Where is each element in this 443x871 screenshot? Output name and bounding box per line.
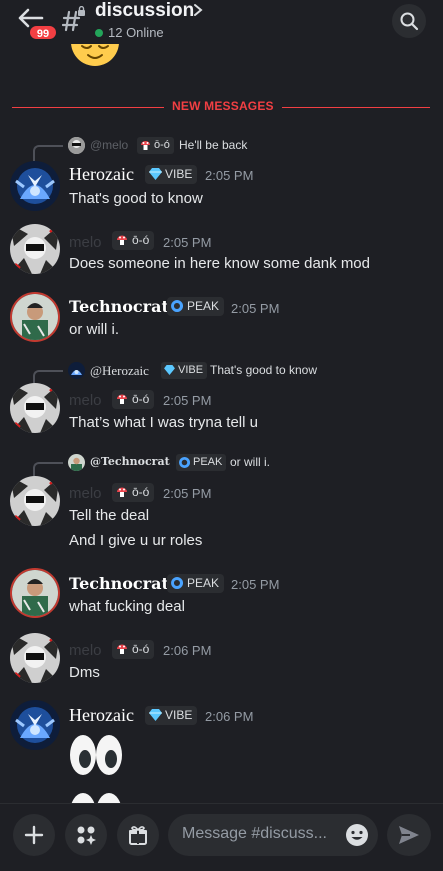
- author-name[interactable]: melo: [69, 234, 102, 251]
- role-tag: VIBE: [145, 706, 198, 725]
- author-name[interactable]: melo: [69, 392, 102, 409]
- reply-author: @melo: [90, 138, 129, 152]
- message-text: Dms: [69, 664, 100, 681]
- message-text: what fucking deal: [69, 598, 185, 615]
- author-name[interactable]: melo: [69, 642, 102, 659]
- timestamp: 2:05 PM: [231, 577, 280, 592]
- online-text: 12 Online: [108, 25, 164, 40]
- avatar-technocrat[interactable]: [10, 292, 60, 342]
- message-text: or will i.: [69, 321, 120, 338]
- reply-preview[interactable]: @melo ō-ó He'll be back: [0, 135, 443, 161]
- eyes-emoji-icon: [71, 793, 121, 803]
- author-name[interactable]: Technocrat: [69, 297, 169, 316]
- timestamp: 2:05 PM: [163, 486, 212, 501]
- composer-bar: Message #discuss...: [0, 803, 443, 871]
- reply-avatar: [68, 454, 85, 471]
- role-tag: ō-ó: [112, 390, 155, 409]
- role-tag: ō-ó: [112, 640, 155, 659]
- reply-text: He'll be back: [179, 138, 248, 152]
- timestamp: 2:06 PM: [205, 709, 254, 724]
- role-tag: ō-ó: [112, 483, 155, 502]
- avatar-herozaic[interactable]: [10, 700, 60, 750]
- eyes-emoji-icon: [70, 735, 122, 775]
- reply-author: @Technocrat: [90, 455, 170, 468]
- reply-author: @Herozaic: [90, 363, 149, 378]
- chevron-right-icon[interactable]: [192, 3, 204, 17]
- timestamp: 2:05 PM: [231, 301, 280, 316]
- role-tag: PEAK: [167, 297, 225, 316]
- message-input[interactable]: Message #discuss...: [168, 814, 378, 856]
- search-button[interactable]: [392, 4, 426, 38]
- avatar-melo[interactable]: [10, 383, 60, 433]
- locked-hash-icon: [62, 6, 85, 32]
- author-name[interactable]: Herozaic: [69, 705, 134, 726]
- channel-header: 99 discussion 12 Online: [0, 0, 443, 44]
- send-icon: [399, 826, 419, 844]
- author-name[interactable]: melo: [69, 485, 102, 502]
- reply-role-tag: ō-ó: [137, 137, 174, 154]
- reply-text: or will i.: [230, 455, 271, 469]
- timestamp: 2:05 PM: [163, 235, 212, 250]
- avatar-melo[interactable]: [10, 224, 60, 274]
- avatar-herozaic[interactable]: [10, 161, 60, 211]
- author-name[interactable]: Herozaic: [69, 164, 134, 185]
- smiley-icon[interactable]: [345, 823, 369, 847]
- message-text: That’s what I was tryna tell u: [69, 414, 258, 431]
- role-tag: PEAK: [167, 574, 225, 593]
- message-text: And I give u ur roles: [69, 532, 203, 549]
- message-text: Tell the deal: [69, 507, 150, 524]
- plus-icon: [24, 825, 44, 845]
- role-tag: VIBE: [145, 165, 198, 184]
- reply-role-tag: PEAK: [176, 454, 227, 471]
- timestamp: 2:06 PM: [163, 643, 212, 658]
- apps-button[interactable]: [65, 814, 107, 856]
- online-count: 12 Online: [95, 25, 164, 40]
- channel-title[interactable]: discussion: [95, 0, 194, 22]
- reply-role-tag: VIBE: [161, 362, 208, 379]
- message-input-placeholder: Message #discuss...: [182, 825, 327, 842]
- gift-icon: [129, 826, 147, 845]
- reply-preview[interactable]: @Herozaic VIBE That's good to know: [0, 360, 443, 386]
- unread-badge: 99: [28, 24, 58, 41]
- add-button[interactable]: [13, 814, 55, 856]
- message-text: Does someone in here know some dank mod: [69, 255, 370, 272]
- reply-text: That's good to know: [210, 363, 318, 377]
- online-dot: [95, 29, 103, 37]
- new-messages-label: NEW MESSAGES: [164, 99, 282, 113]
- send-button[interactable]: [387, 814, 431, 856]
- avatar-melo[interactable]: [10, 633, 60, 683]
- timestamp: 2:05 PM: [163, 393, 212, 408]
- reply-avatar: [68, 137, 85, 154]
- timestamp: 2:05 PM: [205, 168, 254, 183]
- message-text: That's good to know: [69, 190, 203, 207]
- apps-icon: [77, 826, 96, 845]
- avatar-melo[interactable]: [10, 476, 60, 526]
- role-tag: ō-ó: [112, 231, 155, 250]
- author-name[interactable]: Technocrat: [69, 574, 169, 593]
- avatar-technocrat[interactable]: [10, 568, 60, 618]
- reply-avatar: [68, 362, 85, 379]
- search-icon: [400, 12, 419, 31]
- gift-button[interactable]: [117, 814, 159, 856]
- reply-preview[interactable]: @Technocrat PEAK or will i.: [0, 452, 443, 478]
